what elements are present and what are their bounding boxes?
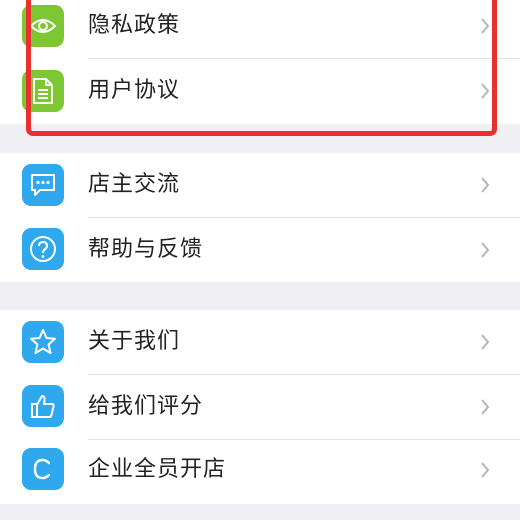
chevron-right-icon [481,399,490,415]
chevron-right-icon [481,177,490,193]
menu-item-label: 帮助与反馈 [88,237,204,262]
menu-item-label: 给我们评分 [88,394,204,419]
menu-item-rate-us[interactable]: 给我们评分 [0,375,520,439]
menu-item-label: 企业全员开店 [88,457,227,482]
menu-item-enterprise-store[interactable]: 企业全员开店 [0,440,520,504]
chevron-right-icon [481,242,490,258]
c-letter-icon [22,448,64,490]
menu-item-about-us[interactable]: 关于我们 [0,310,520,374]
chevron-right-icon [481,462,490,478]
menu-item-shop-owner-exchange[interactable]: 店主交流 [0,153,520,217]
menu-item-label: 店主交流 [88,172,181,197]
highlight-annotation-box [26,0,497,136]
menu-group-support: 店主交流 帮助与反馈 [0,153,520,282]
menu-group-about: 关于我们 给我们评分 企业全员开店 [0,310,520,504]
star-icon [22,321,64,363]
chevron-right-icon [481,334,490,350]
menu-item-label: 关于我们 [88,329,181,354]
help-circle-icon [22,228,64,270]
chat-bubble-icon [22,164,64,206]
menu-item-help-feedback[interactable]: 帮助与反馈 [0,218,520,282]
thumbs-up-icon [22,385,64,427]
